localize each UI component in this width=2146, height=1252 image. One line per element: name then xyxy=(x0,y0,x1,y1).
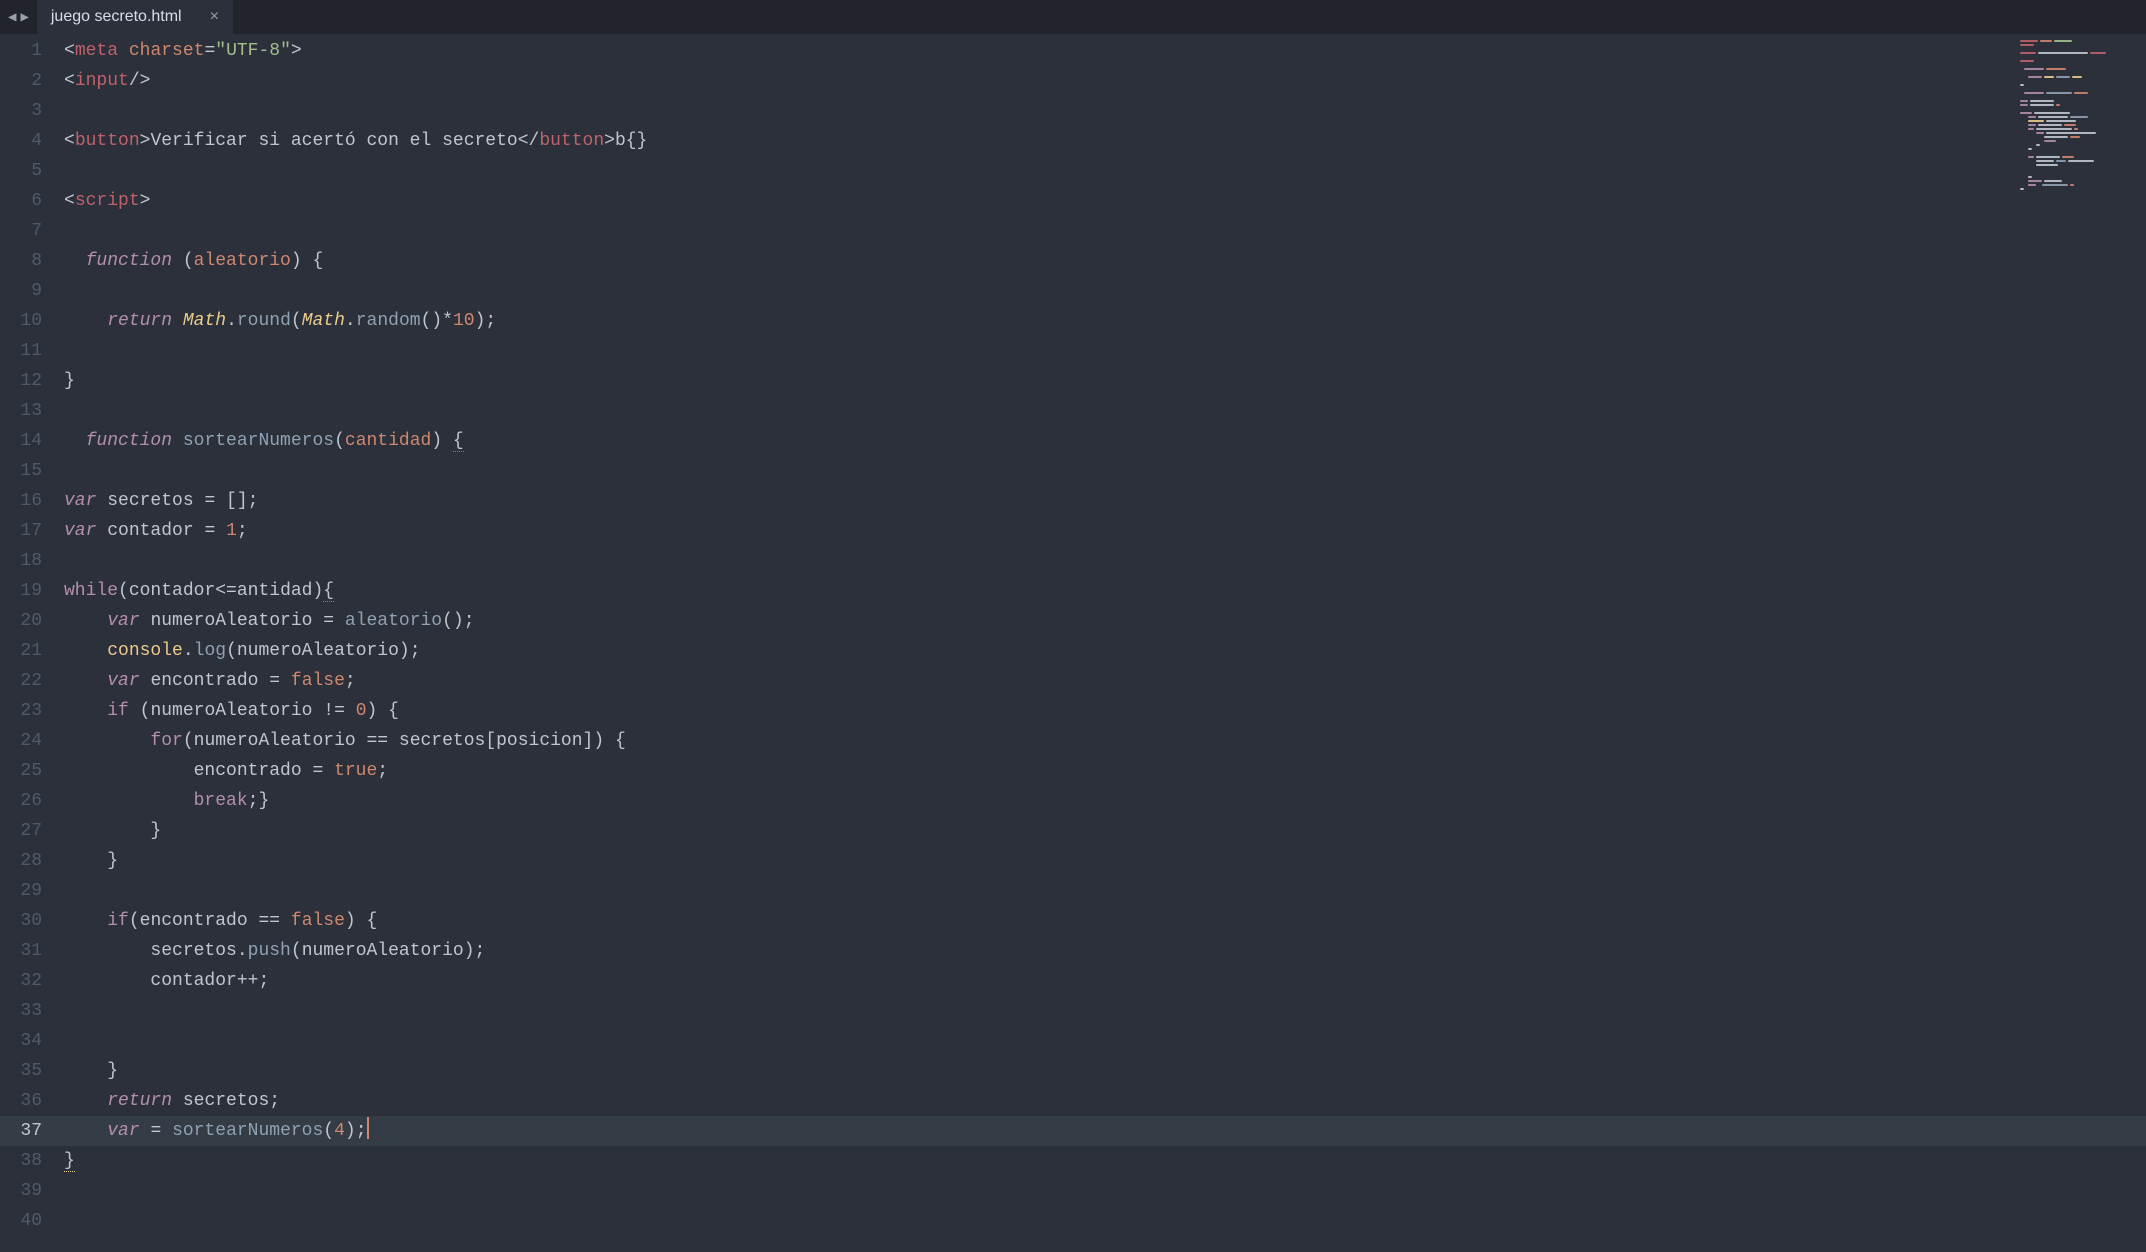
line-number[interactable]: 8 xyxy=(0,246,56,276)
code-line[interactable]: encontrado = true; xyxy=(56,756,2146,786)
line-number[interactable]: 10 xyxy=(0,306,56,336)
line-number[interactable]: 18 xyxy=(0,546,56,576)
code-line[interactable]: while(contador<=antidad){ xyxy=(56,576,2146,606)
line-number[interactable]: 3 xyxy=(0,96,56,126)
tab-bar: ◀ ▶ juego secreto.html × xyxy=(0,0,2146,34)
code-line[interactable]: var = sortearNumeros(4); xyxy=(56,1116,2146,1146)
line-number[interactable]: 29 xyxy=(0,876,56,906)
line-number[interactable]: 15 xyxy=(0,456,56,486)
line-number[interactable]: 38 xyxy=(0,1146,56,1176)
line-number[interactable]: 6 xyxy=(0,186,56,216)
line-number[interactable]: 9 xyxy=(0,276,56,306)
line-number[interactable]: 35 xyxy=(0,1056,56,1086)
tab-title: juego secreto.html xyxy=(51,8,182,26)
tab-active[interactable]: juego secreto.html × xyxy=(37,0,233,34)
code-line[interactable]: if(encontrado == false) { xyxy=(56,906,2146,936)
nav-next-icon[interactable]: ▶ xyxy=(20,9,28,26)
line-number[interactable]: 22 xyxy=(0,666,56,696)
line-number[interactable]: 5 xyxy=(0,156,56,186)
code-line[interactable]: } xyxy=(56,816,2146,846)
line-number[interactable]: 7 xyxy=(0,216,56,246)
code-line[interactable] xyxy=(56,546,2146,576)
code-line[interactable]: secretos.push(numeroAleatorio); xyxy=(56,936,2146,966)
line-number[interactable]: 17 xyxy=(0,516,56,546)
line-number[interactable]: 31 xyxy=(0,936,56,966)
code-line[interactable] xyxy=(56,1206,2146,1236)
code-line[interactable]: var encontrado = false; xyxy=(56,666,2146,696)
line-number[interactable]: 25 xyxy=(0,756,56,786)
line-number[interactable]: 26 xyxy=(0,786,56,816)
code-line[interactable]: contador++; xyxy=(56,966,2146,996)
line-gutter[interactable]: 1234567891011121314151617181920212223242… xyxy=(0,34,56,1252)
line-number[interactable]: 14 xyxy=(0,426,56,456)
code-line[interactable]: return Math.round(Math.random()*10); xyxy=(56,306,2146,336)
code-line[interactable] xyxy=(56,996,2146,1026)
code-line[interactable] xyxy=(56,1026,2146,1056)
code-line[interactable]: <script> xyxy=(56,186,2146,216)
code-line[interactable]: <input/> xyxy=(56,66,2146,96)
code-line[interactable]: } xyxy=(56,846,2146,876)
code-line[interactable] xyxy=(56,216,2146,246)
line-number[interactable]: 20 xyxy=(0,606,56,636)
line-number[interactable]: 4 xyxy=(0,126,56,156)
code-line[interactable]: var secretos = []; xyxy=(56,486,2146,516)
line-number[interactable]: 13 xyxy=(0,396,56,426)
line-number[interactable]: 16 xyxy=(0,486,56,516)
minimap[interactable] xyxy=(2020,40,2140,200)
code-line[interactable]: function sortearNumeros(cantidad) { xyxy=(56,426,2146,456)
line-number[interactable]: 19 xyxy=(0,576,56,606)
code-line[interactable]: function (aleatorio) { xyxy=(56,246,2146,276)
code-area[interactable]: <meta charset="UTF-8"><input/> <button>Ve… xyxy=(56,34,2146,1252)
line-number[interactable]: 12 xyxy=(0,366,56,396)
code-line[interactable]: console.log(numeroAleatorio); xyxy=(56,636,2146,666)
tab-close-icon[interactable]: × xyxy=(210,8,219,26)
code-line[interactable]: } xyxy=(56,1146,2146,1176)
code-line[interactable] xyxy=(56,336,2146,366)
line-number[interactable]: 11 xyxy=(0,336,56,366)
nav-prev-icon[interactable]: ◀ xyxy=(8,9,16,26)
line-number[interactable]: 30 xyxy=(0,906,56,936)
code-line[interactable]: var contador = 1; xyxy=(56,516,2146,546)
text-cursor xyxy=(367,1117,369,1139)
line-number[interactable]: 37 xyxy=(0,1116,56,1146)
line-number[interactable]: 32 xyxy=(0,966,56,996)
code-line[interactable]: <button>Verificar si acertó con el secre… xyxy=(56,126,2146,156)
code-line[interactable] xyxy=(56,276,2146,306)
code-line[interactable]: } xyxy=(56,1056,2146,1086)
line-number[interactable]: 21 xyxy=(0,636,56,666)
line-number[interactable]: 24 xyxy=(0,726,56,756)
code-line[interactable] xyxy=(56,456,2146,486)
line-number[interactable]: 40 xyxy=(0,1206,56,1236)
line-number[interactable]: 34 xyxy=(0,1026,56,1056)
code-line[interactable] xyxy=(56,156,2146,186)
code-line[interactable]: if (numeroAleatorio != 0) { xyxy=(56,696,2146,726)
line-number[interactable]: 36 xyxy=(0,1086,56,1116)
tab-nav-arrows: ◀ ▶ xyxy=(0,0,37,34)
code-line[interactable] xyxy=(56,396,2146,426)
code-line[interactable]: <meta charset="UTF-8"> xyxy=(56,36,2146,66)
line-number[interactable]: 23 xyxy=(0,696,56,726)
line-number[interactable]: 28 xyxy=(0,846,56,876)
editor: 1234567891011121314151617181920212223242… xyxy=(0,34,2146,1252)
code-line[interactable]: var numeroAleatorio = aleatorio(); xyxy=(56,606,2146,636)
code-line[interactable]: } xyxy=(56,366,2146,396)
code-line[interactable]: for(numeroAleatorio == secretos[posicion… xyxy=(56,726,2146,756)
code-line[interactable] xyxy=(56,876,2146,906)
code-line[interactable]: break;} xyxy=(56,786,2146,816)
line-number[interactable]: 33 xyxy=(0,996,56,1026)
code-line[interactable]: return secretos; xyxy=(56,1086,2146,1116)
line-number[interactable]: 27 xyxy=(0,816,56,846)
line-number[interactable]: 1 xyxy=(0,36,56,66)
line-number[interactable]: 39 xyxy=(0,1176,56,1206)
code-line[interactable] xyxy=(56,1176,2146,1206)
line-number[interactable]: 2 xyxy=(0,66,56,96)
code-line[interactable] xyxy=(56,96,2146,126)
